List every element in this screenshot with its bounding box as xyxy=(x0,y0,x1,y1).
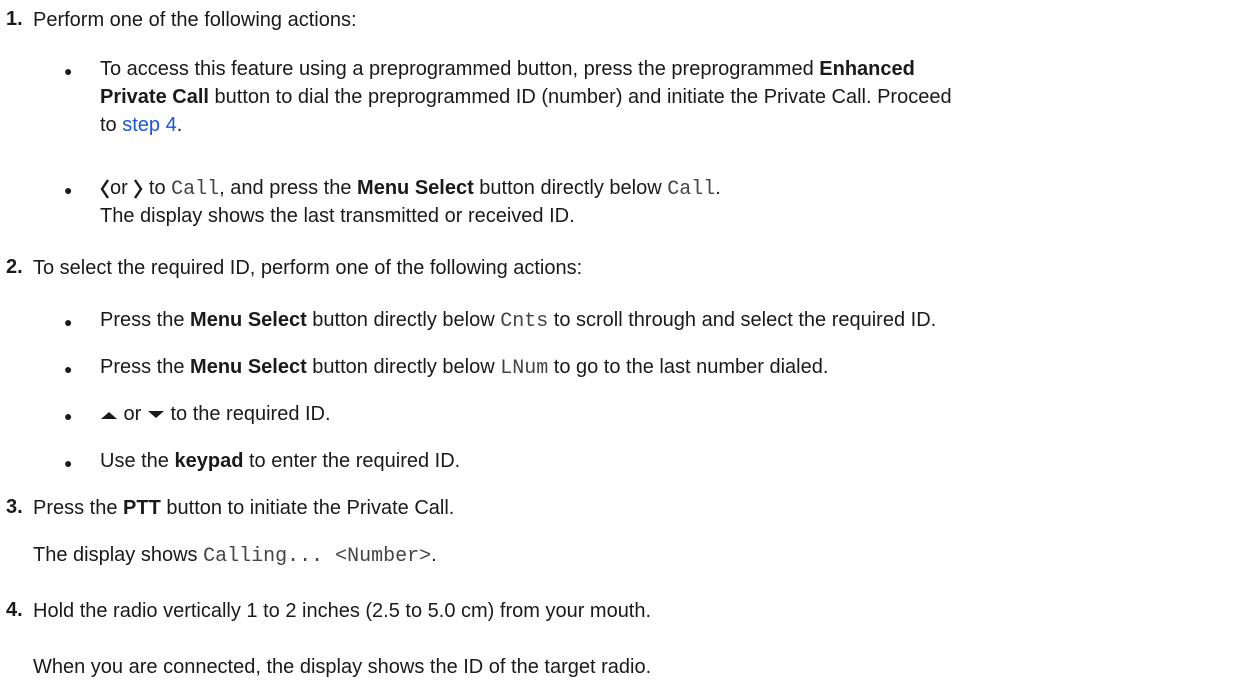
list-item-cont: Private Call button to dial the preprogr… xyxy=(100,86,952,108)
bullet-icon: ● xyxy=(64,455,73,471)
list-item: Use the keypad to enter the required ID. xyxy=(100,450,461,472)
list-item-cont: to step 4. xyxy=(100,114,183,136)
right-arrow-icon xyxy=(134,179,143,199)
step-number: 2. xyxy=(6,256,23,278)
step-result: When you are connected, the display show… xyxy=(33,656,652,678)
step-4-link[interactable]: step 4 xyxy=(122,114,176,136)
bullet-icon: ● xyxy=(64,182,73,198)
bullet-icon: ● xyxy=(64,361,73,377)
bullet-icon: ● xyxy=(64,408,73,424)
step-text: To select the required ID, perform one o… xyxy=(33,257,583,279)
step-text: Perform one of the following actions: xyxy=(33,9,357,31)
display-result: The display shows Calling... <Number>. xyxy=(33,544,437,568)
bullet-icon: ● xyxy=(64,314,73,330)
down-arrow-icon xyxy=(147,410,164,418)
step-text: Hold the radio vertically 1 to 2 inches … xyxy=(33,600,652,622)
list-item: Press the Menu Select button directly be… xyxy=(100,309,937,333)
bullet-icon: ● xyxy=(64,63,73,79)
list-item: Press the Menu Select button directly be… xyxy=(100,356,829,380)
step-number: 1. xyxy=(6,8,23,30)
step-text: Press the PTT button to initiate the Pri… xyxy=(33,497,455,519)
up-arrow-icon xyxy=(101,411,117,419)
step-number: 3. xyxy=(6,496,23,518)
list-item: To access this feature using a preprogra… xyxy=(100,58,915,80)
list-item-cont: The display shows the last transmitted o… xyxy=(100,205,575,227)
list-item: or to the required ID. xyxy=(100,402,331,426)
left-arrow-icon xyxy=(100,179,109,199)
step-number: 4. xyxy=(6,599,23,621)
list-item: or to Call, and press the Menu Select bu… xyxy=(100,176,721,202)
